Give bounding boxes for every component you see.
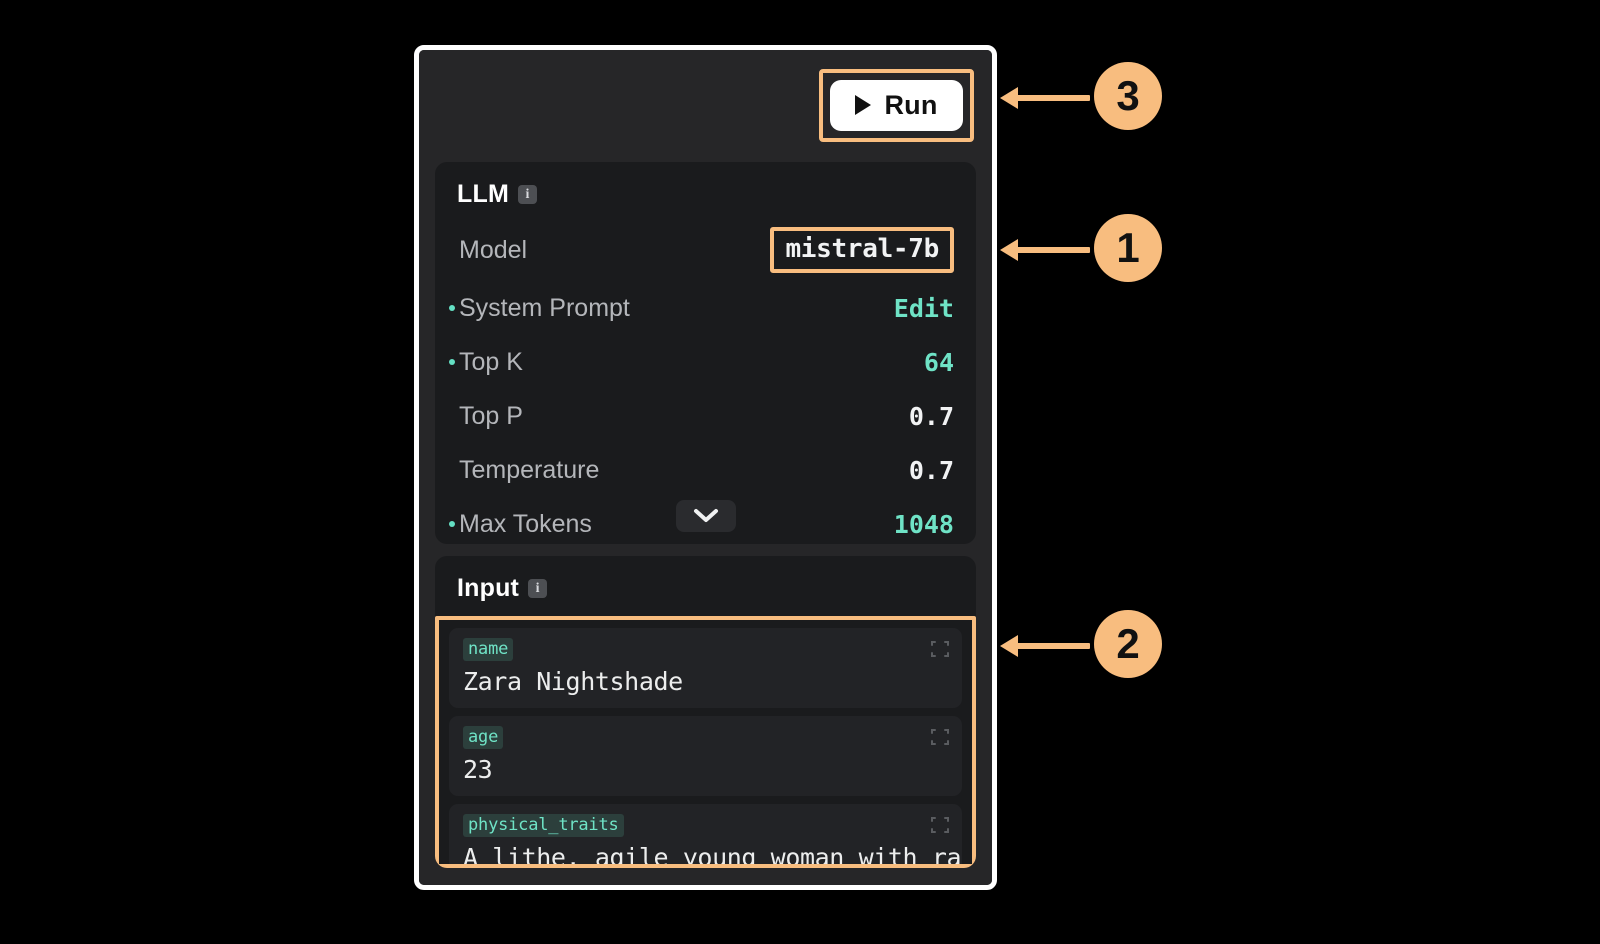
edit-system-prompt-link[interactable]: Edit	[894, 294, 954, 323]
param-label-max-tokens: Max Tokens	[449, 510, 592, 539]
info-icon[interactable]: i	[528, 579, 548, 598]
bullet-dot	[449, 413, 455, 419]
param-label-top-p: Top P	[449, 402, 523, 431]
model-value-highlight: mistral-7b	[770, 227, 954, 273]
param-label-system-prompt: System Prompt	[449, 294, 630, 323]
llm-title: LLM	[457, 180, 509, 208]
play-icon	[855, 95, 872, 115]
param-value-top-k[interactable]: 64	[924, 348, 954, 377]
run-button-label: Run	[884, 89, 938, 120]
input-field-name[interactable]: name Zara Nightshade	[449, 628, 962, 708]
bullet-dot	[449, 467, 455, 473]
input-title: Input	[457, 574, 520, 602]
param-row-system-prompt: System Prompt Edit	[435, 281, 976, 335]
input-field-value[interactable]: 23	[463, 755, 948, 784]
param-label-model: Model	[449, 236, 527, 265]
window-content: Run LLM i Model mistral-7b System Prompt…	[419, 50, 992, 885]
screenshot-root: Run LLM i Model mistral-7b System Prompt…	[0, 0, 1600, 944]
annotation-badge-2: 2	[1094, 610, 1162, 678]
param-value-temperature[interactable]: 0.7	[909, 456, 954, 485]
arrow-shaft	[1016, 643, 1090, 649]
llm-card: LLM i Model mistral-7b System Prompt Edi…	[435, 162, 976, 544]
input-field-physical-traits[interactable]: physical_traits A lithe, agile young wom…	[449, 804, 962, 864]
toolbar: Run	[435, 50, 976, 160]
param-label-text: Max Tokens	[459, 509, 592, 538]
param-value-max-tokens[interactable]: 1048	[894, 510, 954, 539]
model-value[interactable]: mistral-7b	[785, 234, 939, 264]
annotation-badge-1: 1	[1094, 214, 1162, 282]
param-label-text: Top P	[459, 401, 523, 430]
param-label-text: Top K	[459, 347, 523, 376]
input-card-header: Input i	[435, 556, 976, 613]
param-label-text: Temperature	[459, 455, 600, 484]
input-field-key: age	[463, 726, 504, 749]
input-field-value[interactable]: A lithe, agile young woman with ra	[463, 843, 962, 864]
param-row-temperature: Temperature 0.7	[435, 443, 976, 497]
param-row-top-k: Top K 64	[435, 335, 976, 389]
annotation-arrow-3	[1000, 87, 1090, 109]
input-field-value[interactable]: Zara Nightshade	[463, 667, 948, 696]
bullet-dot	[449, 305, 455, 311]
param-label-top-k: Top K	[449, 348, 523, 377]
expand-icon[interactable]	[930, 639, 950, 659]
input-field-key: name	[463, 638, 514, 661]
expand-icon[interactable]	[930, 815, 950, 835]
llm-card-header: LLM i	[435, 162, 976, 219]
param-row-top-p: Top P 0.7	[435, 389, 976, 443]
bullet-dot	[449, 359, 455, 365]
annotation-arrow-2	[1000, 635, 1090, 657]
input-field-age[interactable]: age 23	[449, 716, 962, 796]
input-card: Input i name Zara Nightshade age 23 phys…	[435, 556, 976, 868]
arrow-shaft	[1016, 247, 1090, 253]
bullet-dot	[449, 521, 455, 527]
param-label-text: System Prompt	[459, 293, 630, 322]
run-button[interactable]: Run	[830, 79, 963, 131]
param-row-model: Model mistral-7b	[435, 219, 976, 281]
app-window: Run LLM i Model mistral-7b System Prompt…	[414, 45, 997, 890]
annotation-badge-3: 3	[1094, 62, 1162, 130]
run-button-highlight: Run	[819, 68, 974, 142]
input-field-key: physical_traits	[463, 814, 624, 837]
param-value-top-p[interactable]: 0.7	[909, 402, 954, 431]
collapse-llm-button[interactable]	[675, 500, 736, 532]
param-label-temperature: Temperature	[449, 456, 599, 485]
expand-icon[interactable]	[930, 727, 950, 747]
bullet-dot	[449, 247, 455, 253]
info-icon[interactable]: i	[517, 185, 537, 204]
annotation-arrow-1	[1000, 239, 1090, 261]
input-fields-highlight: name Zara Nightshade age 23 physical_tra…	[435, 616, 976, 868]
arrow-shaft	[1016, 95, 1090, 101]
chevron-down-icon	[693, 508, 719, 524]
model-label-text: Model	[459, 235, 528, 264]
